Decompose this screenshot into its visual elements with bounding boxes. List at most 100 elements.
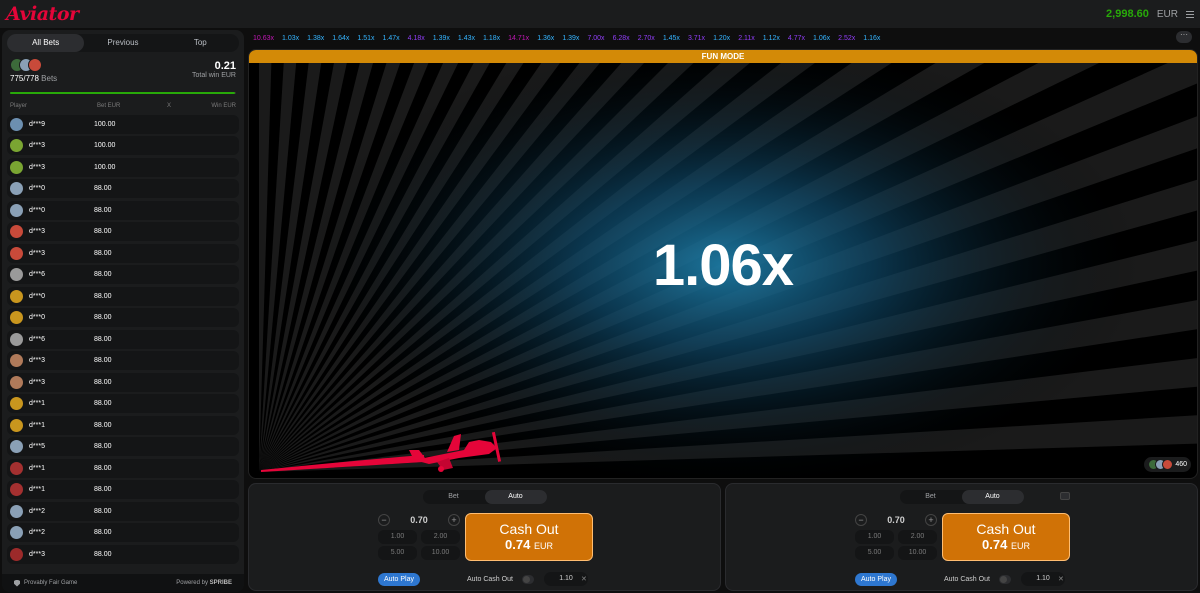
history-multiplier[interactable]: 1.38x xyxy=(307,35,324,42)
bet-amount: 100.00 xyxy=(94,120,116,128)
history-multiplier[interactable]: 1.06x xyxy=(813,35,830,42)
history-multiplier[interactable]: 1.18x xyxy=(483,35,500,42)
fun-mode-banner: FUN MODE xyxy=(249,50,1197,63)
auto-cash-out-toggle[interactable] xyxy=(999,574,1011,584)
provably-fair[interactable]: Provably Fair Game xyxy=(14,579,77,587)
stake-value[interactable]: 0.70 xyxy=(410,515,428,525)
history-multiplier[interactable]: 1.47x xyxy=(383,35,400,42)
quick-amount-button[interactable]: 10.00 xyxy=(898,546,937,560)
history-multiplier[interactable]: 10.63x xyxy=(253,35,274,42)
minus-button[interactable]: − xyxy=(855,514,867,526)
bet-auto-switch: Bet Auto xyxy=(899,490,1024,504)
balance-area: 2,998.60 EUR xyxy=(1106,8,1194,20)
history-multiplier[interactable]: 4.18x xyxy=(408,35,425,42)
quick-amount-button[interactable]: 2.00 xyxy=(421,530,460,544)
quick-amount-button[interactable]: 10.00 xyxy=(421,546,460,560)
history-multiplier[interactable]: 14.71x xyxy=(508,35,529,42)
player-name: d***5 xyxy=(29,443,45,450)
history-multiplier[interactable]: 1.20x xyxy=(713,35,730,42)
bets-count-value: 775/778 xyxy=(10,74,39,83)
tab-top[interactable]: Top xyxy=(162,34,239,52)
bet-amount: 88.00 xyxy=(94,464,112,472)
history-multiplier[interactable]: 3.71x xyxy=(688,35,705,42)
auto-play-button[interactable]: Auto Play xyxy=(855,572,897,586)
quick-amount-button[interactable]: 1.00 xyxy=(855,530,894,544)
column-x: X xyxy=(167,103,172,109)
avatar xyxy=(10,139,23,152)
clear-icon[interactable]: ✕ xyxy=(581,575,587,583)
quick-amount-button[interactable]: 2.00 xyxy=(898,530,937,544)
bet-amount: 88.00 xyxy=(94,529,112,536)
tab-bet[interactable]: Bet xyxy=(900,490,962,504)
hamburger-menu-icon[interactable] xyxy=(1186,10,1194,18)
avatar xyxy=(10,160,23,174)
top-bar: Aviator 2,998.60 EUR xyxy=(0,0,1200,28)
avatar xyxy=(10,289,23,303)
bet-panel-1: Bet Auto − 0.70 + 1.00 2.00 5.00 10.00 C… xyxy=(248,483,721,591)
player-name: d***3 xyxy=(29,142,45,149)
online-count: 460 xyxy=(1175,461,1187,468)
history-multiplier[interactable]: 1.36x xyxy=(537,35,554,42)
auto-settings: Auto Play Auto Cash Out 1.10 ✕ xyxy=(726,571,1197,587)
clear-icon[interactable]: ✕ xyxy=(1058,575,1064,583)
player-name: d***3 xyxy=(29,163,45,171)
quick-amount-button[interactable]: 1.00 xyxy=(378,530,417,544)
bet-amount: 88.00 xyxy=(94,486,112,493)
player-name: d***6 xyxy=(29,271,45,278)
remove-panel-icon[interactable] xyxy=(1060,492,1070,500)
stake-value[interactable]: 0.70 xyxy=(887,515,905,525)
cash-out-button[interactable]: Cash Out 0.74 EUR xyxy=(942,513,1070,561)
history-multiplier[interactable]: 1.16x xyxy=(863,35,880,42)
cash-out-label: Cash Out xyxy=(976,521,1036,537)
player-name: d***0 xyxy=(29,206,45,214)
tab-auto[interactable]: Auto xyxy=(484,490,547,504)
avatar xyxy=(10,526,23,539)
avatar xyxy=(10,354,23,367)
cash-out-amount: 0.74 EUR xyxy=(943,537,1069,552)
history-multiplier[interactable]: 1.39x xyxy=(562,35,579,42)
player-name: d***3 xyxy=(29,228,45,235)
history-multiplier[interactable]: 1.51x xyxy=(357,35,374,42)
player-name: d***1 xyxy=(29,421,45,429)
total-win: 0.21 Total win EUR xyxy=(192,60,236,79)
bet-amount: 88.00 xyxy=(94,185,112,192)
sidebar-footer: Provably Fair Game Powered by SPRIBE xyxy=(2,574,244,592)
cash-out-button[interactable]: Cash Out 0.74 EUR xyxy=(465,513,593,561)
bet-amount: 88.00 xyxy=(94,400,112,407)
tab-previous[interactable]: Previous xyxy=(84,34,161,52)
history-multiplier[interactable]: 1.03x xyxy=(282,35,299,42)
auto-cash-out-toggle[interactable] xyxy=(522,574,534,584)
tab-bet[interactable]: Bet xyxy=(423,490,485,504)
history-multiplier[interactable]: 2.11x xyxy=(738,35,755,42)
history-multiplier[interactable]: 7.00x xyxy=(587,35,604,42)
history-multiplier[interactable]: 1.39x xyxy=(433,35,450,42)
online-avatars xyxy=(1148,459,1174,470)
history-multiplier[interactable]: 1.43x xyxy=(458,35,475,42)
auto-play-button[interactable]: Auto Play xyxy=(378,572,420,586)
history-multiplier[interactable]: 4.77x xyxy=(788,35,805,42)
history-multiplier[interactable]: 2.70x xyxy=(638,35,655,42)
history-multiplier[interactable]: 1.12x xyxy=(763,35,780,42)
plus-button[interactable]: + xyxy=(448,514,460,526)
stake-control: − 0.70 + 1.00 2.00 5.00 10.00 xyxy=(378,513,460,560)
powered-by: Powered by SPRIBE xyxy=(176,580,232,586)
table-row: d***2 88.00 xyxy=(7,501,239,521)
history-more-button[interactable]: ··· xyxy=(1176,31,1192,43)
history-multiplier[interactable]: 6.28x xyxy=(613,35,630,42)
tab-all-bets[interactable]: All Bets xyxy=(7,34,85,52)
history-multiplier[interactable]: 1.64x xyxy=(332,35,349,42)
history-multiplier[interactable]: 1.45x xyxy=(663,35,680,42)
minus-button[interactable]: − xyxy=(378,514,390,526)
quick-amount-button[interactable]: 5.00 xyxy=(378,546,417,560)
bet-amount: 88.00 xyxy=(94,335,112,343)
avatar xyxy=(10,375,23,389)
avatar xyxy=(1162,459,1174,470)
quick-amount-button[interactable]: 5.00 xyxy=(855,546,894,560)
table-row: d***3 88.00 xyxy=(7,243,239,263)
tab-auto[interactable]: Auto xyxy=(961,490,1024,504)
stake-stepper: − 0.70 + xyxy=(378,513,460,527)
history-multiplier[interactable]: 2.52x xyxy=(838,35,855,42)
bets-progress-bar xyxy=(10,92,236,94)
plus-button[interactable]: + xyxy=(925,514,937,526)
avatar xyxy=(10,268,23,281)
